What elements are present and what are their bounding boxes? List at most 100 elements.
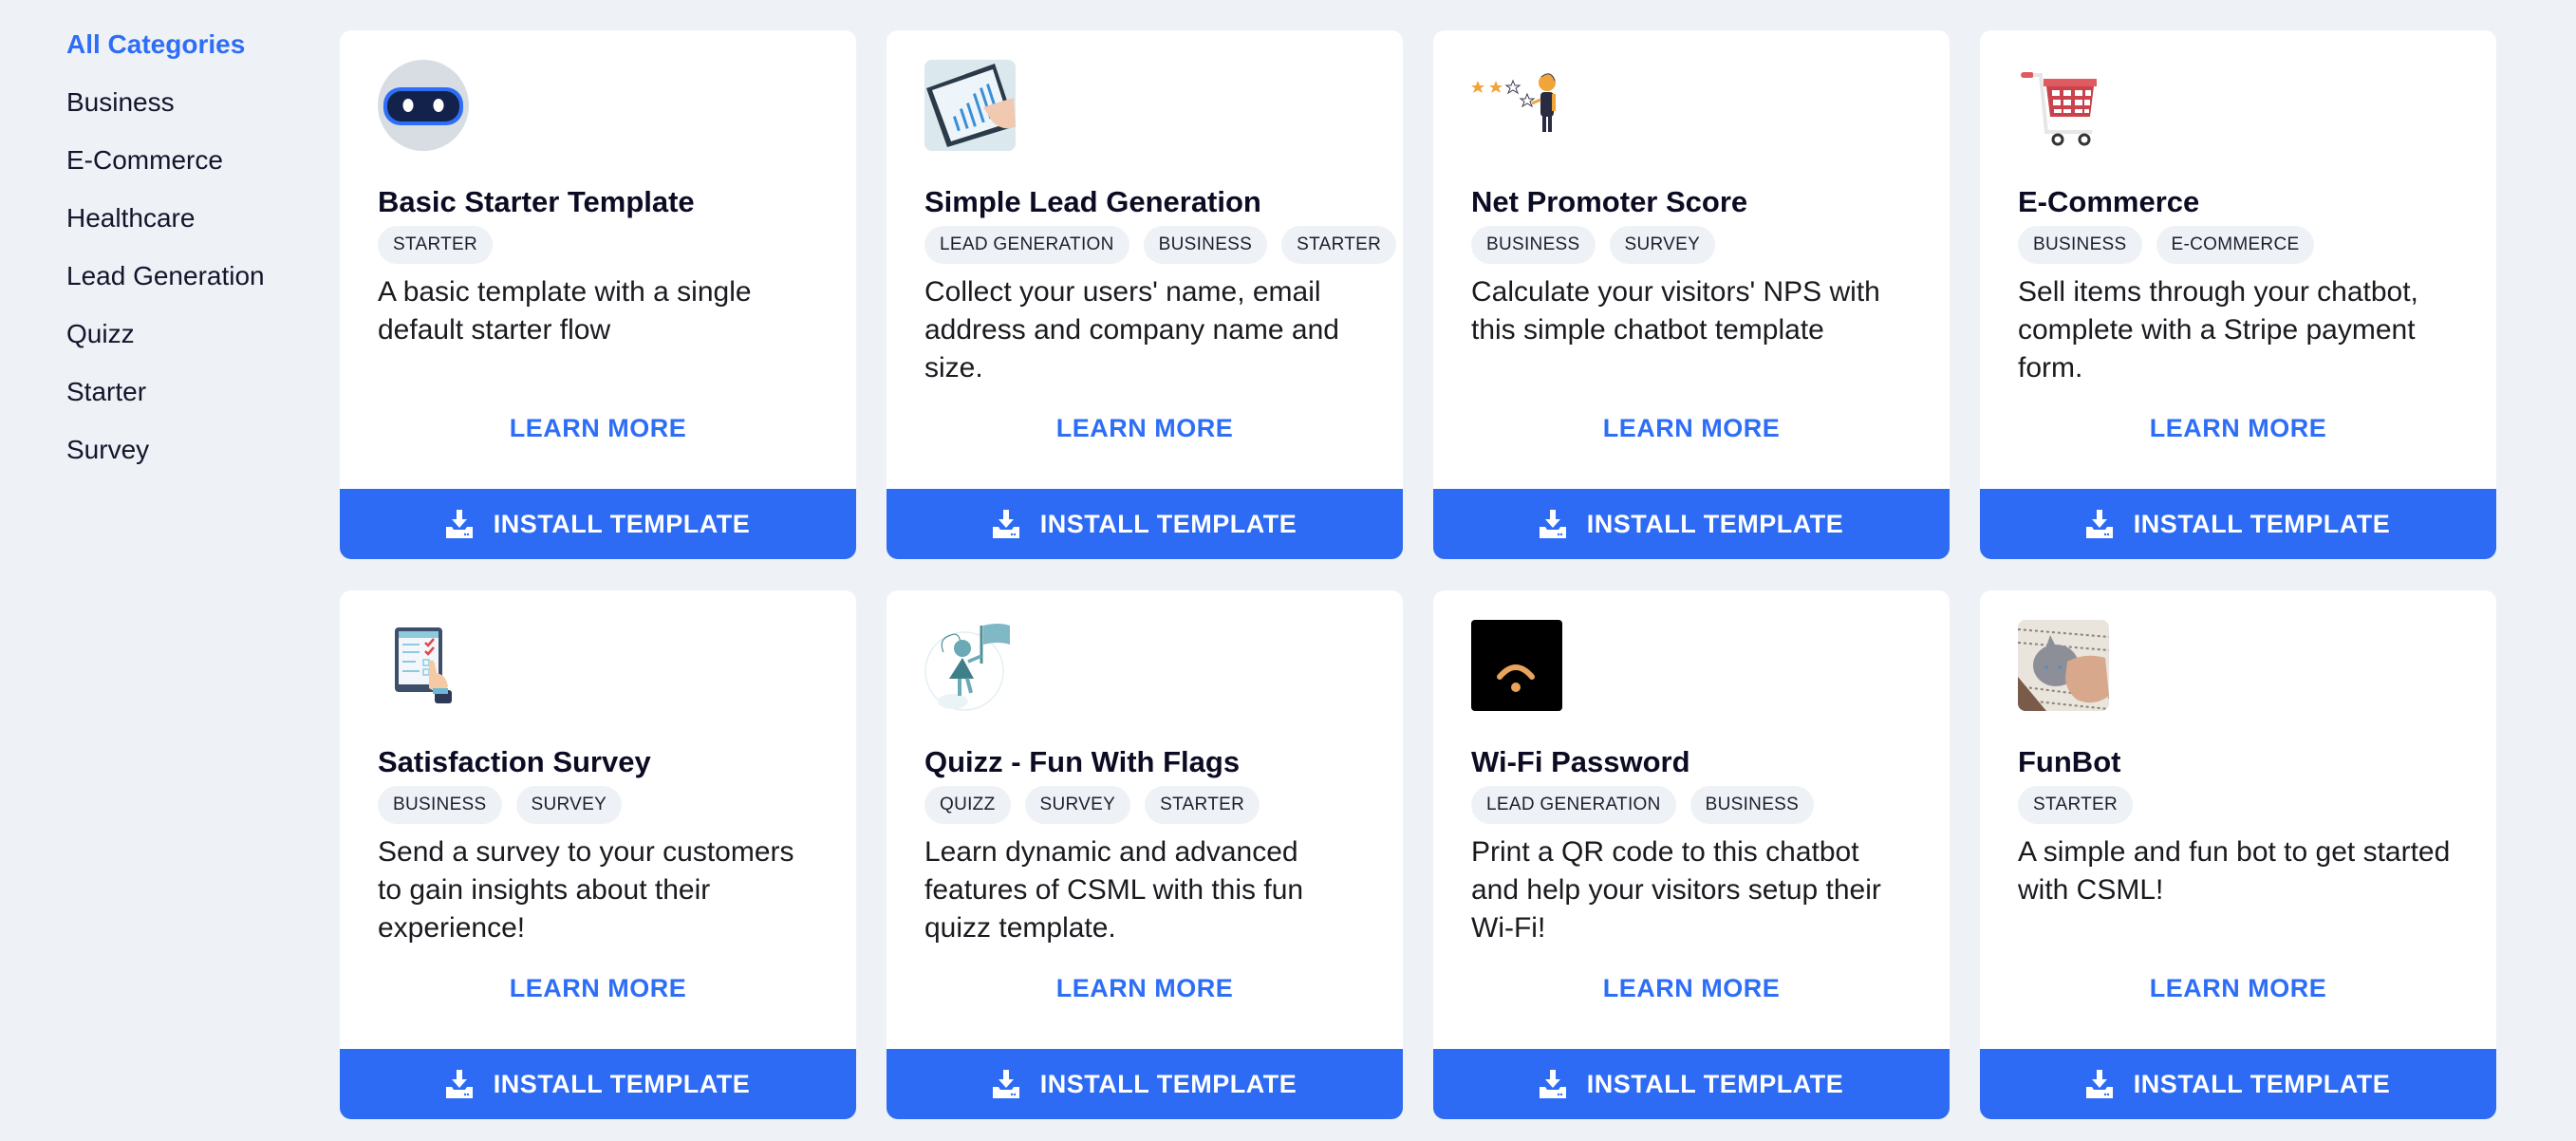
card-description: Learn dynamic and advanced features of C… (924, 836, 1304, 944)
download-icon (1539, 510, 1566, 538)
star-rating-person-icon (1471, 60, 1562, 151)
install-template-label: INSTALL TEMPLATE (493, 509, 751, 538)
tag: BUSINESS (1689, 786, 1815, 824)
install-template-button[interactable]: INSTALL TEMPLATE (340, 1049, 856, 1119)
tag: LEAD GENERATION (924, 226, 1129, 264)
tag: STARTER (1281, 226, 1397, 264)
install-template-button[interactable]: INSTALL TEMPLATE (1980, 1049, 2496, 1119)
category-survey[interactable]: Survey (66, 421, 313, 478)
card-title: Basic Starter Template (378, 185, 695, 218)
tag: QUIZZ (924, 786, 1011, 824)
robot-avatar-icon (378, 60, 469, 151)
category-business[interactable]: Business (66, 73, 313, 131)
template-grid: Basic Starter Template STARTER A basic t… (340, 30, 2496, 1119)
install-template-label: INSTALL TEMPLATE (493, 1069, 751, 1098)
template-card-net-promoter-score: Net Promoter Score BUSINESS SURVEY Calcu… (1433, 30, 1950, 559)
shopping-cart-icon (2018, 60, 2109, 151)
tag: BUSINESS (1471, 226, 1596, 264)
card-description: Calculate your visitors' NPS with this s… (1471, 276, 1880, 346)
card-description: Sell items through your chatbot, complet… (2018, 276, 2418, 383)
tag: STARTER (1145, 786, 1260, 824)
card-title: FunBot (2018, 745, 2121, 778)
card-description: Collect your users' name, email address … (924, 276, 1339, 383)
card-title: Satisfaction Survey (378, 745, 651, 778)
template-card-satisfaction-survey: Satisfaction Survey BUSINESS SURVEY Send… (340, 590, 856, 1119)
download-icon (2085, 1070, 2113, 1098)
online-survey-tablet-icon (378, 620, 469, 711)
tablet-chart-image (924, 60, 1016, 151)
learn-more-link[interactable]: LEARN MORE (340, 962, 856, 1049)
download-icon (1539, 1070, 1566, 1098)
category-quizz[interactable]: Quizz (66, 305, 313, 363)
learn-more-link[interactable]: LEARN MORE (1433, 402, 1950, 489)
category-starter[interactable]: Starter (66, 363, 313, 421)
tag-list: STARTER (2018, 786, 2458, 824)
card-title: Quizz - Fun With Flags (924, 745, 1241, 778)
tag-list: LEAD GENERATION BUSINESS STARTER (924, 226, 1397, 264)
card-description: Send a survey to your customers to gain … (378, 836, 794, 944)
template-card-e-commerce: E-Commerce BUSINESS E-COMMERCE Sell item… (1980, 30, 2496, 559)
card-body: Wi-Fi Password LEAD GENERATION BUSINESS … (1433, 590, 1950, 1049)
tag-list: BUSINESS E-COMMERCE (2018, 226, 2458, 264)
download-icon (445, 510, 473, 538)
template-card-funbot: FunBot STARTER A simple and fun bot to g… (1980, 590, 2496, 1119)
card-body: Net Promoter Score BUSINESS SURVEY Calcu… (1433, 30, 1950, 489)
download-icon (992, 510, 1019, 538)
learn-more-link[interactable]: LEARN MORE (340, 402, 856, 489)
tag: STARTER (378, 226, 494, 264)
learn-more-link[interactable]: LEARN MORE (1980, 402, 2496, 489)
card-title: E-Commerce (2018, 185, 2200, 218)
install-template-button[interactable]: INSTALL TEMPLATE (887, 489, 1403, 559)
install-template-label: INSTALL TEMPLATE (2133, 1069, 2391, 1098)
template-gallery-page: All Categories Business E-Commerce Healt… (0, 0, 2576, 1141)
download-icon (445, 1070, 473, 1098)
tag: BUSINESS (378, 786, 502, 824)
tag-list: STARTER (378, 226, 818, 264)
card-body: E-Commerce BUSINESS E-COMMERCE Sell item… (1980, 30, 2496, 489)
learn-more-link[interactable]: LEARN MORE (887, 402, 1403, 489)
template-card-basic-starter: Basic Starter Template STARTER A basic t… (340, 30, 856, 559)
template-card-wifi-password: Wi-Fi Password LEAD GENERATION BUSINESS … (1433, 590, 1950, 1119)
tag: BUSINESS (1143, 226, 1268, 264)
install-template-button[interactable]: INSTALL TEMPLATE (340, 489, 856, 559)
tag: BUSINESS (2018, 226, 2142, 264)
install-template-button[interactable]: INSTALL TEMPLATE (1980, 489, 2496, 559)
category-lead-generation[interactable]: Lead Generation (66, 247, 313, 305)
learn-more-link[interactable]: LEARN MORE (1980, 962, 2496, 1049)
install-template-label: INSTALL TEMPLATE (1039, 1069, 1297, 1098)
install-template-button[interactable]: INSTALL TEMPLATE (887, 1049, 1403, 1119)
wifi-icon (1471, 620, 1562, 711)
install-template-label: INSTALL TEMPLATE (1586, 1069, 1844, 1098)
tag: SURVEY (1609, 226, 1716, 264)
card-description: Print a QR code to this chatbot and help… (1471, 836, 1881, 944)
install-template-button[interactable]: INSTALL TEMPLATE (1433, 489, 1950, 559)
card-body: Quizz - Fun With Flags QUIZZ SURVEY STAR… (887, 590, 1403, 1049)
card-body: Basic Starter Template STARTER A basic t… (340, 30, 856, 489)
card-body: Satisfaction Survey BUSINESS SURVEY Send… (340, 590, 856, 1049)
install-template-label: INSTALL TEMPLATE (1586, 509, 1844, 538)
learn-more-link[interactable]: LEARN MORE (1433, 962, 1950, 1049)
kitten-photo-image (2018, 620, 2109, 711)
tag-list: LEAD GENERATION BUSINESS (1471, 786, 1912, 824)
card-title: Wi-Fi Password (1471, 745, 1690, 778)
template-card-simple-lead-generation: Simple Lead Generation LEAD GENERATION B… (887, 30, 1403, 559)
install-template-label: INSTALL TEMPLATE (2133, 509, 2391, 538)
tag-list: QUIZZ SURVEY STARTER (924, 786, 1365, 824)
category-all[interactable]: All Categories (66, 15, 313, 73)
category-healthcare[interactable]: Healthcare (66, 189, 313, 247)
card-description: A basic template with a single default s… (378, 276, 752, 346)
install-template-button[interactable]: INSTALL TEMPLATE (1433, 1049, 1950, 1119)
card-title: Net Promoter Score (1471, 185, 1748, 218)
tag: STARTER (2018, 786, 2134, 824)
tag-list: BUSINESS SURVEY (378, 786, 818, 824)
tag: E-COMMERCE (2156, 226, 2315, 264)
category-e-commerce[interactable]: E-Commerce (66, 131, 313, 189)
card-description: A simple and fun bot to get started with… (2018, 836, 2451, 906)
install-template-label: INSTALL TEMPLATE (1039, 509, 1297, 538)
card-title: Simple Lead Generation (924, 185, 1261, 218)
tag: SURVEY (1024, 786, 1131, 824)
tag: SURVEY (515, 786, 623, 824)
download-icon (992, 1070, 1019, 1098)
template-card-quizz-fun-with-flags: Quizz - Fun With Flags QUIZZ SURVEY STAR… (887, 590, 1403, 1119)
learn-more-link[interactable]: LEARN MORE (887, 962, 1403, 1049)
